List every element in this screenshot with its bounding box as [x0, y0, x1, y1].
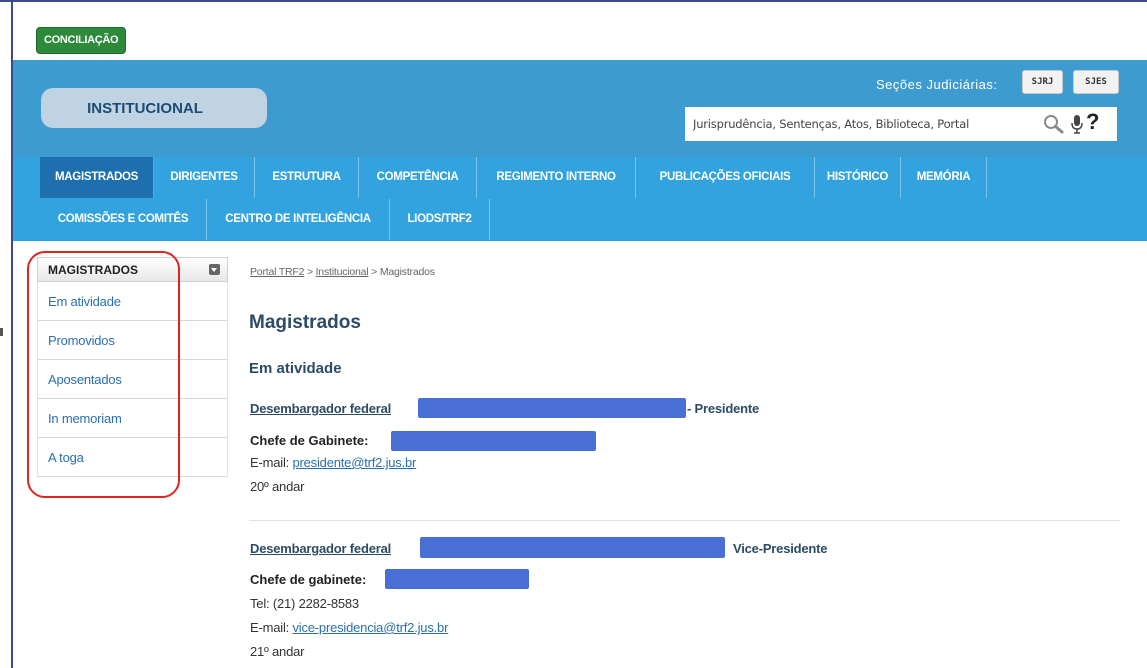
nav-dirigentes[interactable]: DIRIGENTES — [154, 157, 255, 198]
section-title: Em atividade — [249, 360, 342, 377]
nav-regimento-interno[interactable]: REGIMENTO INTERNO — [477, 157, 636, 198]
nav-historico[interactable]: HISTÓRICO — [815, 157, 901, 198]
help-icon[interactable]: ? — [1086, 109, 1099, 135]
entry-title-link[interactable]: Desembargador federal — [250, 401, 391, 416]
institucional-button[interactable]: INSTITUCIONAL — [41, 88, 267, 128]
breadcrumb-link-portal[interactable]: Portal TRF2 — [250, 266, 304, 278]
email-line: E-mail: presidente@trf2.jus.br — [250, 455, 417, 470]
highlight-annotation — [27, 251, 180, 498]
sjes-button[interactable]: SJES — [1073, 70, 1119, 94]
microphone-icon[interactable] — [1071, 114, 1083, 139]
entry-role: Vice-Presidente — [733, 541, 828, 556]
breadcrumb-link-institucional[interactable]: Institucional — [316, 266, 369, 278]
search-icon[interactable] — [1043, 114, 1065, 139]
sjrj-button[interactable]: SJRJ — [1022, 70, 1063, 94]
nav-memoria[interactable]: MEMÓRIA — [901, 157, 987, 198]
nav-competencia[interactable]: COMPETÊNCIA — [359, 157, 477, 198]
nav-estrutura[interactable]: ESTRUTURA — [255, 157, 359, 198]
search-box: ? — [685, 107, 1117, 141]
redaction-block — [391, 431, 596, 451]
entry-divider — [249, 520, 1120, 521]
nav-centro-de-inteligencia[interactable]: CENTRO DE INTELIGÊNCIA — [207, 199, 390, 240]
entry-title-link[interactable]: Desembargador federal — [250, 541, 391, 556]
breadcrumb-current: Magistrados — [379, 266, 435, 278]
secoes-judiciarias-label: Seções Judiciárias: — [876, 77, 998, 92]
conciliacao-button[interactable]: CONCILIAÇÃO — [36, 27, 127, 54]
edge-marker — [0, 328, 3, 336]
phone-text: Tel: (21) 2282-8583 — [250, 596, 359, 611]
main-nav: MAGISTRADOS DIRIGENTES ESTRUTURA COMPETÊ… — [13, 157, 1147, 241]
breadcrumb-separator: > — [371, 266, 378, 278]
chefe-gabinete-label: Chefe de Gabinete: — [250, 433, 369, 448]
entry-role: - Presidente — [687, 401, 760, 416]
nav-comissoes-e-comites[interactable]: COMISSÕES E COMITÊS — [40, 199, 207, 240]
redaction-block — [420, 537, 725, 558]
email-line: E-mail: vice-presidencia@trf2.jus.br — [250, 620, 449, 635]
floor-text: 21º andar — [250, 644, 305, 659]
email-link[interactable]: vice-presidencia@trf2.jus.br — [292, 620, 448, 635]
nav-magistrados[interactable]: MAGISTRADOS — [40, 157, 154, 198]
redaction-block — [418, 398, 686, 418]
nav-publicacoes-oficiais[interactable]: PUBLICAÇÕES OFICIAIS — [636, 157, 815, 198]
redaction-block — [385, 569, 529, 589]
breadcrumb-separator: > — [306, 266, 313, 278]
window-frame-top — [0, 0, 1147, 12]
nav-liods-trf2[interactable]: LIODS/TRF2 — [390, 199, 490, 240]
floor-text: 20º andar — [250, 479, 305, 494]
search-input[interactable] — [693, 107, 1013, 141]
breadcrumb: Portal TRF2 > Institucional > Magistrado… — [250, 266, 435, 278]
chefe-gabinete-label: Chefe de gabinete: — [250, 572, 367, 587]
email-link[interactable]: presidente@trf2.jus.br — [292, 455, 416, 470]
page-title: Magistrados — [249, 312, 361, 333]
top-strip — [13, 12, 1147, 60]
collapse-toggle-icon[interactable] — [209, 264, 220, 275]
